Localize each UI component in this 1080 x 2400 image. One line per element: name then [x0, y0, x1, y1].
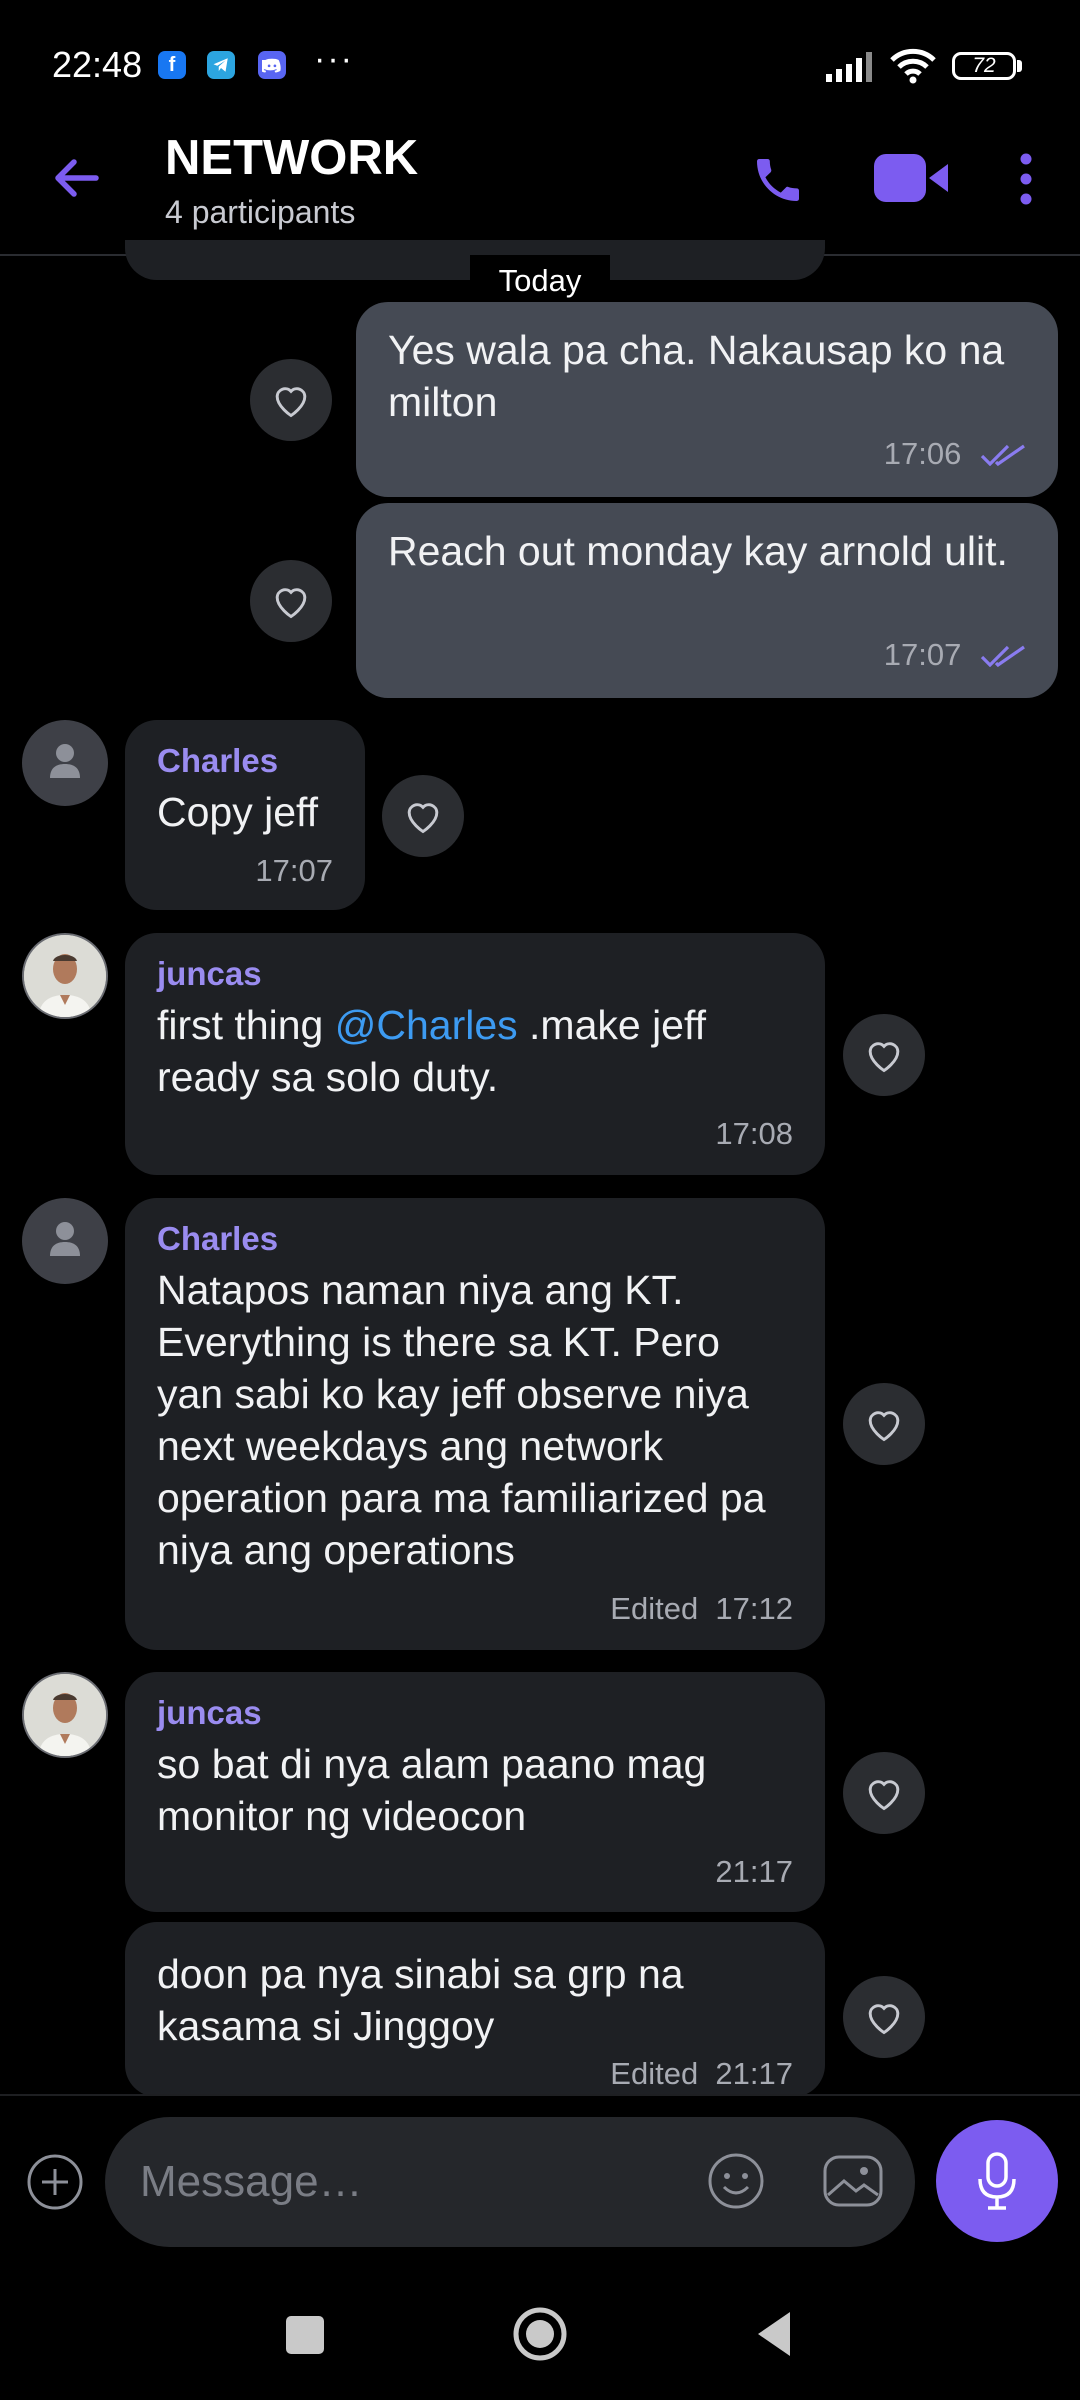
- message-bubble-incoming[interactable]: Charles Natapos naman niya ang KT. Every…: [125, 1198, 825, 1650]
- message-time: 21:17: [715, 1854, 793, 1889]
- message-time: 21:17: [715, 2056, 793, 2091]
- facebook-icon: f: [158, 51, 186, 79]
- message-time: 17:12: [715, 1591, 793, 1626]
- more-notifications-indicator: ···: [314, 40, 354, 78]
- message-text: Yes wala pa cha. Nakausap ko na milton: [388, 327, 1005, 425]
- heart-icon: [868, 1780, 900, 1811]
- discord-icon: [258, 51, 286, 79]
- person-icon: [50, 1222, 80, 1256]
- message-time: 17:08: [715, 1116, 793, 1151]
- message-text: so bat di nya alam paano mag monitor ng …: [157, 1741, 707, 1839]
- message-text: Reach out monday kay arnold ulit.: [388, 528, 1008, 574]
- avatar-placeholder[interactable]: [22, 720, 108, 806]
- avatar-placeholder[interactable]: [22, 1198, 108, 1284]
- edited-label: Edited: [610, 2056, 699, 2091]
- heart-icon: [275, 387, 307, 418]
- profile-photo-icon: [24, 935, 106, 1017]
- participants-count[interactable]: 4 participants: [165, 194, 355, 231]
- date-divider: Today: [470, 255, 610, 307]
- heart-icon: [868, 1411, 900, 1442]
- react-heart-button[interactable]: [382, 775, 464, 857]
- heart-icon: [275, 588, 307, 619]
- message-bubble-incoming[interactable]: Charles Copy jeff 17:07: [125, 720, 365, 910]
- message-bubble-outgoing[interactable]: Yes wala pa cha. Nakausap ko na milton 1…: [356, 302, 1058, 497]
- read-receipt-icon: [980, 444, 1025, 467]
- message-meta: 17:06: [884, 436, 1026, 472]
- wifi-icon: [890, 48, 936, 84]
- nav-recents-button[interactable]: [286, 2316, 324, 2354]
- sender-name[interactable]: juncas: [157, 955, 793, 993]
- person-icon: [50, 744, 80, 778]
- nav-back-button[interactable]: [754, 2310, 794, 2358]
- avatar-juncas[interactable]: [22, 1672, 108, 1758]
- voice-message-button[interactable]: [936, 2120, 1058, 2242]
- gallery-icon[interactable]: [822, 2151, 884, 2211]
- message-meta: Edited 17:12: [610, 1591, 793, 1627]
- react-heart-button[interactable]: [843, 1014, 925, 1096]
- react-heart-button[interactable]: [250, 560, 332, 642]
- react-heart-button[interactable]: [843, 1383, 925, 1465]
- edited-label: Edited: [610, 1591, 699, 1626]
- message-bubble-incoming[interactable]: doon pa nya sinabi sa grp na kasama si J…: [125, 1922, 825, 2097]
- battery-icon: 72: [952, 52, 1016, 80]
- message-time: 17:07: [255, 853, 333, 888]
- profile-photo-icon: [24, 1674, 106, 1756]
- heart-icon: [868, 2004, 900, 2035]
- message-bubble-outgoing[interactable]: Reach out monday kay arnold ulit. 17:07: [356, 503, 1058, 698]
- message-text: Natapos naman niya ang KT. Everything is…: [157, 1267, 766, 1573]
- sender-name[interactable]: juncas: [157, 1694, 793, 1732]
- battery-level: 72: [972, 54, 996, 77]
- nav-home-button[interactable]: [510, 2304, 570, 2364]
- attach-plus-icon[interactable]: [25, 2152, 85, 2212]
- message-time: 17:07: [883, 637, 962, 672]
- heart-icon: [407, 803, 439, 834]
- video-call-icon[interactable]: [874, 152, 950, 204]
- phone-call-icon[interactable]: [750, 152, 806, 208]
- heart-icon: [868, 1042, 900, 1073]
- microphone-icon: [978, 2152, 1016, 2210]
- message-text-part: first thing: [157, 1002, 335, 1048]
- sender-name[interactable]: Charles: [157, 1220, 793, 1258]
- react-heart-button[interactable]: [250, 359, 332, 441]
- message-time: 17:06: [883, 436, 962, 471]
- battery-tip: [1017, 60, 1022, 72]
- more-options-icon[interactable]: [1016, 152, 1036, 206]
- back-arrow-icon[interactable]: [50, 152, 102, 204]
- read-receipt-icon: [980, 645, 1025, 668]
- message-text: doon pa nya sinabi sa grp na kasama si J…: [157, 1951, 684, 2049]
- react-heart-button[interactable]: [843, 1752, 925, 1834]
- emoji-icon[interactable]: [706, 2151, 766, 2211]
- chat-title[interactable]: NETWORK: [165, 130, 418, 186]
- message-meta: Edited 21:17: [610, 2056, 793, 2092]
- status-time: 22:48: [52, 44, 143, 85]
- mention-link[interactable]: @Charles: [335, 1002, 518, 1048]
- telegram-icon: [207, 51, 235, 79]
- composer-divider: [0, 2094, 1080, 2096]
- react-heart-button[interactable]: [843, 1976, 925, 2058]
- message-bubble-incoming[interactable]: juncas so bat di nya alam paano mag moni…: [125, 1672, 825, 1912]
- signal-icon: [826, 52, 872, 82]
- message-meta: 17:07: [884, 637, 1026, 673]
- message-text: Copy jeff: [157, 789, 319, 835]
- message-text: first thing @Charles .make jeff ready sa…: [157, 999, 793, 1103]
- message-bubble-incoming[interactable]: juncas first thing @Charles .make jeff r…: [125, 933, 825, 1175]
- message-input-placeholder[interactable]: Message…: [140, 2157, 363, 2207]
- sender-name[interactable]: Charles: [157, 742, 333, 780]
- avatar-juncas[interactable]: [22, 933, 108, 1019]
